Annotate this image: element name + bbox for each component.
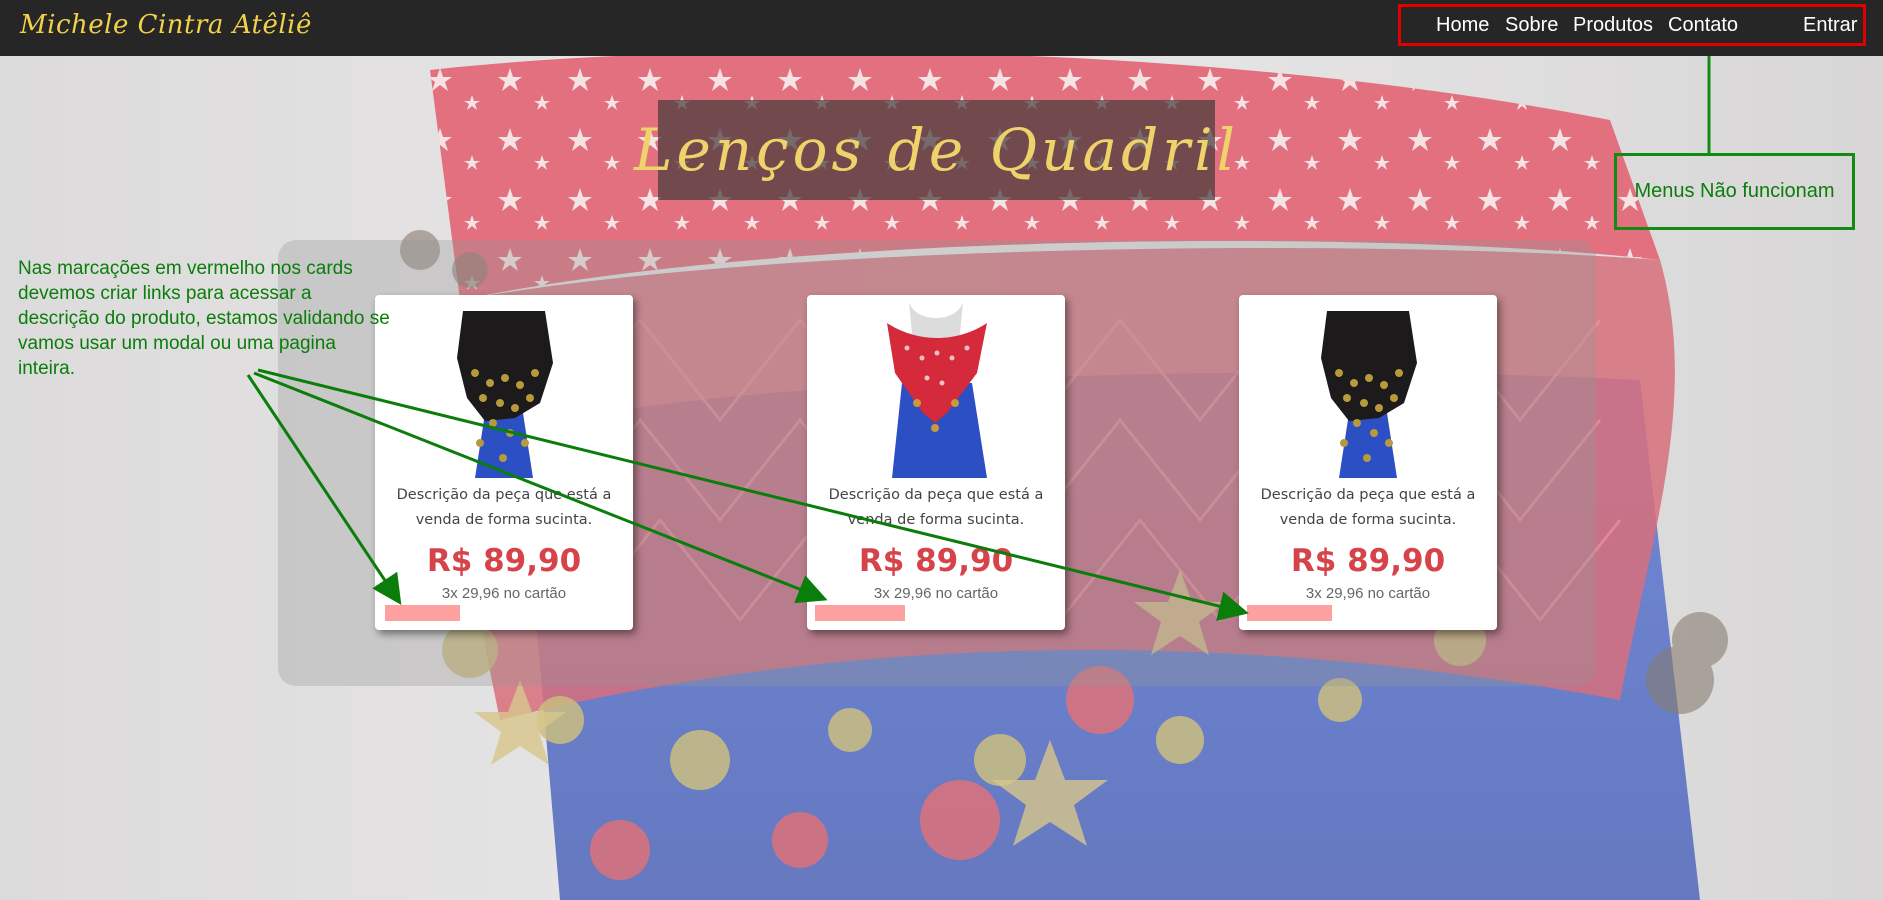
product-image[interactable]	[1279, 303, 1457, 478]
title-banner: Lenços de Quadril	[634, 100, 1235, 200]
product-card[interactable]: Descrição da peça que está a venda de fo…	[375, 295, 633, 630]
product-card[interactable]: Descrição da peça que está a venda de fo…	[1239, 295, 1497, 630]
product-description: Descrição da peça que está a venda de fo…	[828, 487, 1044, 528]
product-price: R$ 89,90	[426, 543, 582, 579]
product-card[interactable]: Descrição da peça que está a venda de fo…	[807, 295, 1065, 630]
product-image[interactable]	[847, 303, 1025, 478]
product-price: R$ 89,90	[858, 543, 1014, 579]
annotation-menu-box: Menus Não funcionam	[1614, 153, 1855, 230]
product-image[interactable]	[415, 303, 593, 478]
product-description: Descrição da peça que está a venda de fo…	[396, 487, 612, 528]
product-detail-link[interactable]	[385, 605, 460, 621]
page-title: Lenços de Quadril	[633, 116, 1240, 184]
product-installments: 3x 29,96 no cartão	[873, 585, 999, 602]
annotation-menu-note: Menus Não funcionam	[1634, 180, 1835, 202]
product-installments: 3x 29,96 no cartão	[441, 585, 567, 602]
menu-highlight-box	[1398, 4, 1866, 46]
annotation-cards-note: Nas marcações em vermelho nos cards deve…	[18, 258, 390, 379]
product-detail-link[interactable]	[815, 605, 905, 621]
product-price: R$ 89,90	[1290, 543, 1446, 579]
product-description: Descrição da peça que está a venda de fo…	[1260, 487, 1476, 528]
brand-logo[interactable]: Michele Cintra Atêliê	[20, 10, 312, 40]
product-installments: 3x 29,96 no cartão	[1305, 585, 1431, 602]
product-detail-link[interactable]	[1247, 605, 1332, 621]
